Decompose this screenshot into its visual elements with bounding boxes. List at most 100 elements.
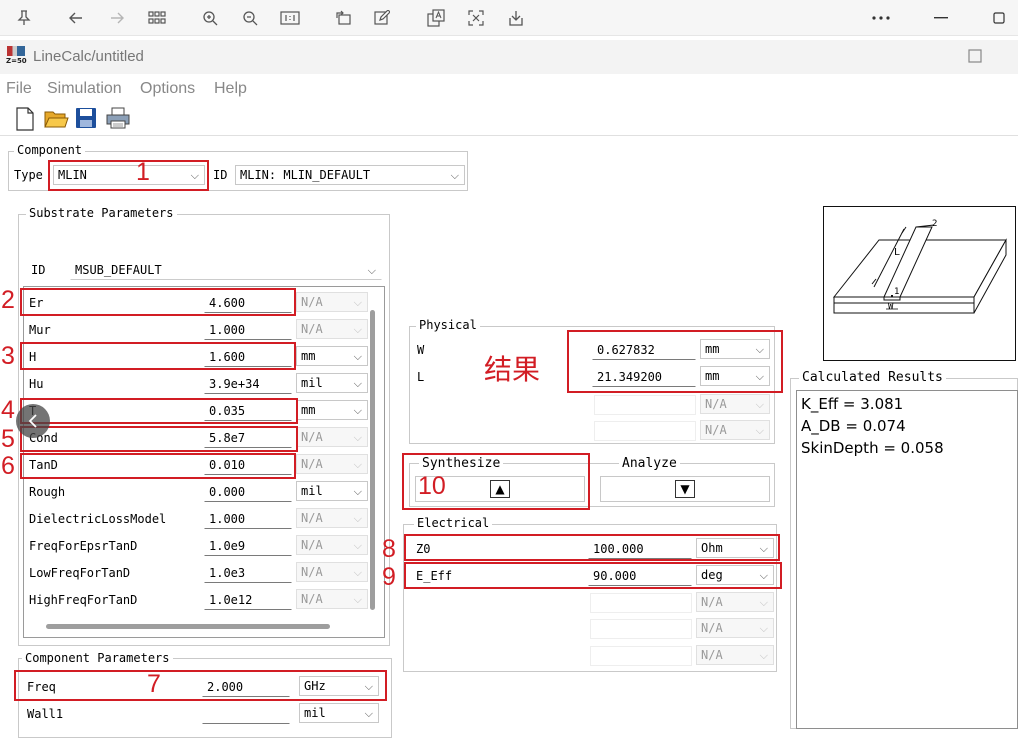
annotation-box-5	[20, 426, 298, 452]
substrate-unit-t[interactable]: mm ⌵	[296, 400, 368, 420]
wall1-input[interactable]	[202, 704, 290, 724]
wall1-unit-select[interactable]: mil ⌵	[299, 703, 379, 723]
substrate-unit-rough[interactable]: mil ⌵	[296, 481, 368, 501]
substrate-value-hu[interactable]: 3.9e+34	[204, 374, 292, 394]
chevron-down-icon: ⌵	[353, 485, 362, 498]
save-icon[interactable]	[74, 106, 100, 132]
pin-icon[interactable]	[13, 7, 35, 29]
substrate-unit-h[interactable]: mm ⌵	[296, 346, 368, 366]
diagram-label-l: L	[894, 247, 901, 258]
annotation-box-9	[404, 562, 782, 589]
substrate-value-text: 1.0e12	[209, 593, 253, 607]
substrate-id-select[interactable]: MSUB_DEFAULT ⌵	[70, 260, 382, 280]
id-label: ID	[213, 168, 228, 182]
viewer-prev-button[interactable]	[16, 404, 50, 438]
substrate-value-text: 1.0e9	[209, 539, 246, 553]
annotation-number-6: 6	[1, 452, 15, 480]
actual-size-icon[interactable]	[279, 7, 301, 29]
annotation-box-result	[567, 330, 783, 393]
substrate-unit-text: N/A	[301, 511, 323, 525]
component-params-title: Component Parameters	[22, 651, 173, 665]
forward-arrow-icon[interactable]	[106, 7, 128, 29]
substrate-unit-hu[interactable]: mil ⌵	[296, 373, 368, 393]
menu-options[interactable]: Options	[140, 80, 195, 98]
substrate-unit-dielectriclossmodel: N/A ⌵	[296, 508, 368, 528]
physical-group-title: Physical	[416, 318, 480, 332]
chevron-down-icon: ⌵	[755, 398, 764, 411]
chevron-down-icon: ⌵	[755, 424, 764, 437]
print-icon[interactable]	[105, 106, 131, 132]
substrate-value-text: 1.000	[209, 512, 246, 526]
app-logo-icon: Z=50	[6, 44, 28, 70]
chevron-left-icon	[28, 414, 37, 428]
annotation-box-1	[48, 160, 209, 191]
electrical-extra-unit-3-value: N/A	[701, 648, 723, 662]
annotation-result-label: 结果	[484, 353, 541, 386]
vertical-scrollbar[interactable]	[370, 310, 375, 610]
rotate-icon[interactable]	[332, 7, 354, 29]
zoom-out-icon[interactable]	[239, 7, 261, 29]
chevron-down-icon: ⌵	[759, 596, 768, 609]
substrate-name-dielectriclossmodel: DielectricLossModel	[29, 512, 167, 526]
menu-file[interactable]: File	[6, 80, 32, 98]
substrate-name-rough: Rough	[29, 485, 66, 499]
back-arrow-icon[interactable]	[65, 7, 87, 29]
substrate-value-mur[interactable]: 1.000	[204, 320, 292, 340]
annotation-box-2	[20, 288, 296, 316]
menu-simulation[interactable]: Simulation	[47, 80, 122, 98]
menu-help[interactable]: Help	[214, 80, 247, 98]
type-label: Type	[14, 168, 43, 182]
electrical-extra-unit-3: N/A ⌵	[696, 645, 774, 665]
substrate-unit-text: N/A	[301, 592, 323, 606]
translate-icon[interactable]	[425, 7, 447, 29]
window-title: LineCalc/untitled	[33, 48, 144, 65]
chevron-down-icon: ⌵	[759, 649, 768, 662]
annotation-number-8: 8	[382, 535, 396, 563]
substrate-unit-text: mil	[301, 484, 323, 498]
chevron-down-icon: ⌵	[353, 593, 362, 606]
component-id-select[interactable]: MLIN: MLIN_DEFAULT ⌵	[235, 165, 465, 185]
open-folder-icon[interactable]	[43, 106, 69, 132]
substrate-value-lowfreqfortand[interactable]: 1.0e3	[204, 563, 292, 583]
maximize-icon[interactable]	[988, 7, 1010, 29]
annotation-number-10: 10	[418, 472, 446, 500]
substrate-name-mur: Mur	[29, 323, 51, 337]
app-logo-text: Z=50	[6, 57, 27, 65]
analyze-arrow-down-icon[interactable]: ▼	[675, 480, 695, 498]
grid-icon[interactable]	[146, 7, 168, 29]
substrate-value-freqforepsrtand[interactable]: 1.0e9	[204, 536, 292, 556]
physical-extra-unit-2: N/A ⌵	[700, 420, 770, 440]
electrical-group-title: Electrical	[414, 516, 493, 530]
zoom-in-icon[interactable]	[199, 7, 221, 29]
substrate-id-label: ID	[31, 263, 46, 277]
chevron-down-icon: ⌵	[353, 512, 362, 525]
horizontal-scrollbar[interactable]	[46, 624, 330, 629]
chevron-down-icon: ⌵	[353, 350, 362, 363]
results-title: Calculated Results	[799, 370, 946, 385]
chevron-down-icon: ⌵	[353, 458, 362, 471]
substrate-unit-freqforepsrtand: N/A ⌵	[296, 535, 368, 555]
new-file-icon[interactable]	[13, 106, 39, 132]
annotation-box-7	[14, 670, 387, 701]
substrate-value-text: 3.9e+34	[209, 377, 260, 391]
edit-icon[interactable]	[371, 7, 393, 29]
diagram-label-1: 1	[894, 287, 900, 297]
window-maximize-icon[interactable]	[968, 49, 982, 68]
minimize-icon[interactable]	[930, 7, 952, 29]
substrate-value-rough[interactable]: 0.000	[204, 482, 292, 502]
substrate-value-highfreqfortand[interactable]: 1.0e12	[204, 590, 292, 610]
more-icon[interactable]	[870, 7, 892, 29]
substrate-unit-text: mm	[301, 349, 316, 363]
physical-extra-unit-1-value: N/A	[705, 397, 727, 411]
download-icon[interactable]	[505, 7, 527, 29]
tool-bar	[0, 102, 1018, 136]
substrate-name-highfreqfortand: HighFreqForTanD	[29, 593, 138, 607]
electrical-extra-unit-2: N/A ⌵	[696, 618, 774, 638]
substrate-unit-text: N/A	[301, 457, 323, 471]
substrate-unit-mur: N/A ⌵	[296, 319, 368, 339]
substrate-value-dielectriclossmodel[interactable]: 1.000	[204, 509, 292, 529]
crop-icon[interactable]	[465, 7, 487, 29]
chevron-down-icon: ⌵	[353, 296, 362, 309]
component-group-title: Component	[14, 143, 86, 157]
substrate-name-lowfreqfortand: LowFreqForTanD	[29, 566, 131, 580]
